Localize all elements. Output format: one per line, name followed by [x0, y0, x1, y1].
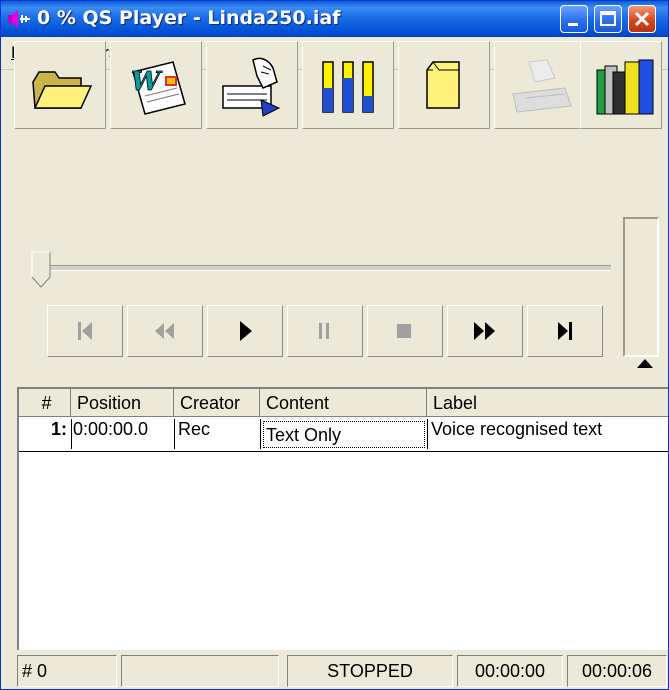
volume-up-icon[interactable] — [637, 359, 653, 368]
stop-icon — [397, 324, 411, 338]
markers-list[interactable]: # Position Creator Content Label 1: 0:00… — [17, 387, 668, 650]
row-number: 1: — [50, 419, 67, 439]
transcribe-button[interactable] — [206, 41, 298, 129]
open-folder-icon — [32, 71, 93, 109]
column-header-position[interactable]: Position — [71, 389, 174, 417]
word-document-icon: W — [131, 61, 186, 115]
row-creator: Rec — [178, 419, 211, 439]
skip-to-start-icon — [78, 322, 92, 340]
status-blank-pane — [121, 655, 279, 687]
levels-button[interactable] — [302, 41, 394, 129]
status-state: STOPPED — [287, 655, 453, 687]
play-button[interactable] — [207, 305, 283, 357]
volume-meter[interactable] — [623, 217, 659, 357]
status-elapsed-time: 00:00:00 — [457, 655, 563, 687]
svg-text:W: W — [131, 67, 163, 97]
close-button[interactable] — [628, 5, 656, 33]
level-meters-icon — [322, 61, 374, 113]
maximize-button[interactable] — [594, 5, 622, 33]
column-header-number[interactable]: # — [19, 389, 71, 417]
transcribe-hand-icon — [222, 57, 281, 117]
column-divider — [260, 419, 261, 449]
window-title: 0 % QS Player - Linda250.iaf — [37, 7, 341, 29]
fast-forward-icon — [474, 322, 495, 340]
minimize-icon — [568, 23, 578, 26]
rewind-button[interactable] — [127, 305, 203, 357]
position-slider-track[interactable] — [37, 265, 611, 271]
library-button[interactable] — [580, 41, 662, 129]
row-position: 0:00:00.0 — [73, 419, 149, 439]
status-bar: # 0 STOPPED 00:00:00 00:00:06 — [1, 653, 668, 689]
fast-forward-button[interactable] — [447, 305, 523, 357]
speaker-sound-icon — [8, 10, 30, 28]
table-row[interactable]: 1: 0:00:00.0 Rec Text Only Voice recogni… — [19, 419, 668, 452]
pause-icon — [319, 323, 329, 339]
maximize-icon — [600, 11, 616, 26]
open-button[interactable] — [14, 41, 106, 129]
close-icon — [634, 11, 650, 27]
stop-button[interactable] — [367, 305, 443, 357]
books-icon — [596, 59, 654, 115]
status-marker-count: # 0 — [17, 655, 117, 687]
column-header-creator[interactable]: Creator — [174, 389, 260, 417]
qs-player-window: 0 % QS Player - Linda250.iaf File Marker… — [0, 0, 669, 690]
column-header-label[interactable]: Label — [427, 389, 668, 417]
row-content[interactable]: Text Only — [263, 421, 425, 448]
play-icon — [240, 321, 252, 341]
file-folder-icon — [426, 61, 460, 109]
minimize-button[interactable] — [560, 5, 588, 33]
list-header: # Position Creator Content Label — [19, 389, 668, 419]
column-header-content[interactable]: Content — [260, 389, 427, 417]
typing-button[interactable] — [494, 41, 586, 129]
position-slider-thumb[interactable] — [31, 251, 51, 289]
word-export-button[interactable]: W — [110, 41, 202, 129]
status-total-time: 00:00:06 — [567, 655, 667, 687]
title-bar[interactable]: 0 % QS Player - Linda250.iaf — [1, 1, 668, 37]
typing-hand-icon — [512, 59, 572, 113]
row-label: Voice recognised text — [431, 419, 603, 439]
skip-to-end-button[interactable] — [527, 305, 603, 357]
file-button[interactable] — [398, 41, 490, 129]
rewind-icon — [155, 323, 174, 339]
skip-to-start-button[interactable] — [47, 305, 123, 357]
skip-to-end-icon — [558, 322, 572, 340]
pause-button[interactable] — [287, 305, 363, 357]
